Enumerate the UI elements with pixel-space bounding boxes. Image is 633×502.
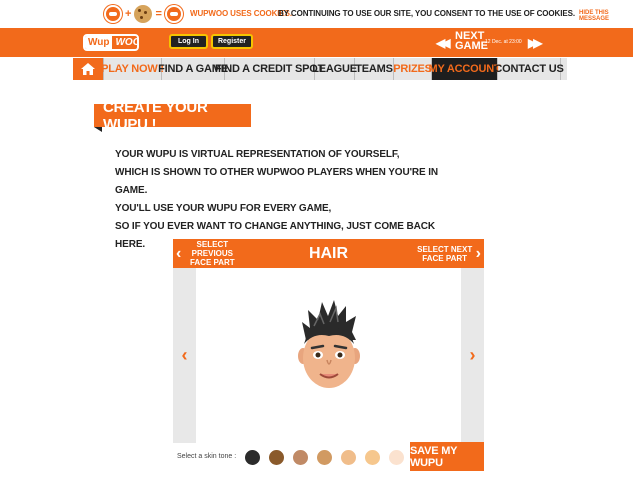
intro-line: YOUR WUPU IS VIRTUAL REPRESENTATION OF Y… <box>115 149 400 160</box>
home-icon <box>81 63 95 75</box>
logo-part2: WOO <box>115 37 139 48</box>
main-nav: PLAY NOW ! FIND A GAME FIND A CREDIT SPO… <box>73 58 567 80</box>
skin-tone-label: Select a skin tone : <box>177 453 237 460</box>
wupu-editor: ‹ SELECT PREVIOUS FACE PART HAIR SELECT … <box>173 239 484 443</box>
site-header: Wup WOO Log In Register ◀◀ NEXT GAME 12 … <box>0 28 633 57</box>
nav-item-prizes[interactable]: PRIZES <box>393 58 432 80</box>
skin-tone-swatch[interactable] <box>341 450 356 465</box>
select-previous-part-button[interactable]: ‹ SELECT PREVIOUS FACE PART <box>176 240 243 267</box>
skin-tone-swatch[interactable] <box>245 450 260 465</box>
previous-part-label: SELECT PREVIOUS FACE PART <box>189 240 235 267</box>
next-style-arrow[interactable]: › <box>461 268 484 443</box>
cookie-equation: + = <box>104 4 183 24</box>
nav-item-my-account[interactable]: MY ACCOUNT <box>429 58 501 80</box>
next-game-arrow-icon[interactable]: ▶▶ <box>528 37 543 49</box>
cookie-icon <box>134 5 153 23</box>
intro-line: YOU'LL USE YOUR WUPU FOR EVERY GAME, <box>115 203 332 214</box>
register-button[interactable]: Register <box>211 34 253 49</box>
equals-sign: = <box>155 8 162 20</box>
happy-wupu-face-icon <box>164 5 183 23</box>
home-button[interactable] <box>73 58 104 80</box>
previous-game-arrow-icon[interactable]: ◀◀ <box>436 37 451 49</box>
nav-item-league[interactable]: LEAGUE <box>312 58 357 80</box>
nav-item-teams[interactable]: TEAMS <box>355 58 394 80</box>
next-part-label: SELECT NEXT FACE PART <box>417 244 473 263</box>
skin-tone-swatches <box>245 450 404 465</box>
next-game-label: NEXT GAME <box>455 30 488 52</box>
plus-sign: + <box>125 8 132 20</box>
page-title: CREATE YOUR WUPU ! <box>94 99 251 133</box>
skin-tone-swatch[interactable] <box>365 450 380 465</box>
avatar-canvas <box>196 268 461 443</box>
save-my-wupu-button[interactable]: SAVE MY WUPU <box>410 442 484 471</box>
wupwoo-logo[interactable]: Wup WOO <box>83 34 139 51</box>
nav-item-contact-us[interactable]: CONTACT US <box>494 58 564 80</box>
editor-toolbar: ‹ SELECT PREVIOUS FACE PART HAIR SELECT … <box>173 239 484 268</box>
wupu-avatar <box>298 300 360 388</box>
skin-tone-swatch[interactable] <box>269 450 284 465</box>
nav-item-play-now[interactable]: PLAY NOW ! <box>101 58 164 80</box>
select-next-part-button[interactable]: SELECT NEXT FACE PART › <box>414 242 481 265</box>
intro-line: WHICH IS SHOWN TO OTHER WUPWOO PLAYERS W… <box>115 167 439 196</box>
cookie-title: WUPWOO USES COOKIES. <box>190 9 293 18</box>
cookie-message: BY CONTINUING TO USE OUR SITE, YOU CONSE… <box>278 9 575 18</box>
hide-message-link[interactable]: HIDE THIS MESSAGE <box>579 10 633 22</box>
chevron-right-icon: › <box>475 244 481 262</box>
login-button[interactable]: Log In <box>169 34 208 49</box>
skin-tone-swatch[interactable] <box>389 450 404 465</box>
intro-text: YOUR WUPU IS VIRTUAL REPRESENTATION OF Y… <box>115 146 455 254</box>
next-game-date: 12 Dec. at 23:00 <box>485 39 522 45</box>
nav-item-find-a-credit-spot[interactable]: FIND A CREDIT SPOT <box>215 58 324 80</box>
skin-tone-swatch[interactable] <box>293 450 308 465</box>
wupu-face-icon <box>104 5 122 23</box>
skin-tone-swatch[interactable] <box>317 450 332 465</box>
ribbon-fold <box>94 127 102 132</box>
previous-style-arrow[interactable]: ‹ <box>173 268 196 443</box>
cookie-bar: + = WUPWOO USES COOKIES. BY CONTINUING T… <box>0 0 633 28</box>
logo-part1: Wup <box>85 36 113 49</box>
